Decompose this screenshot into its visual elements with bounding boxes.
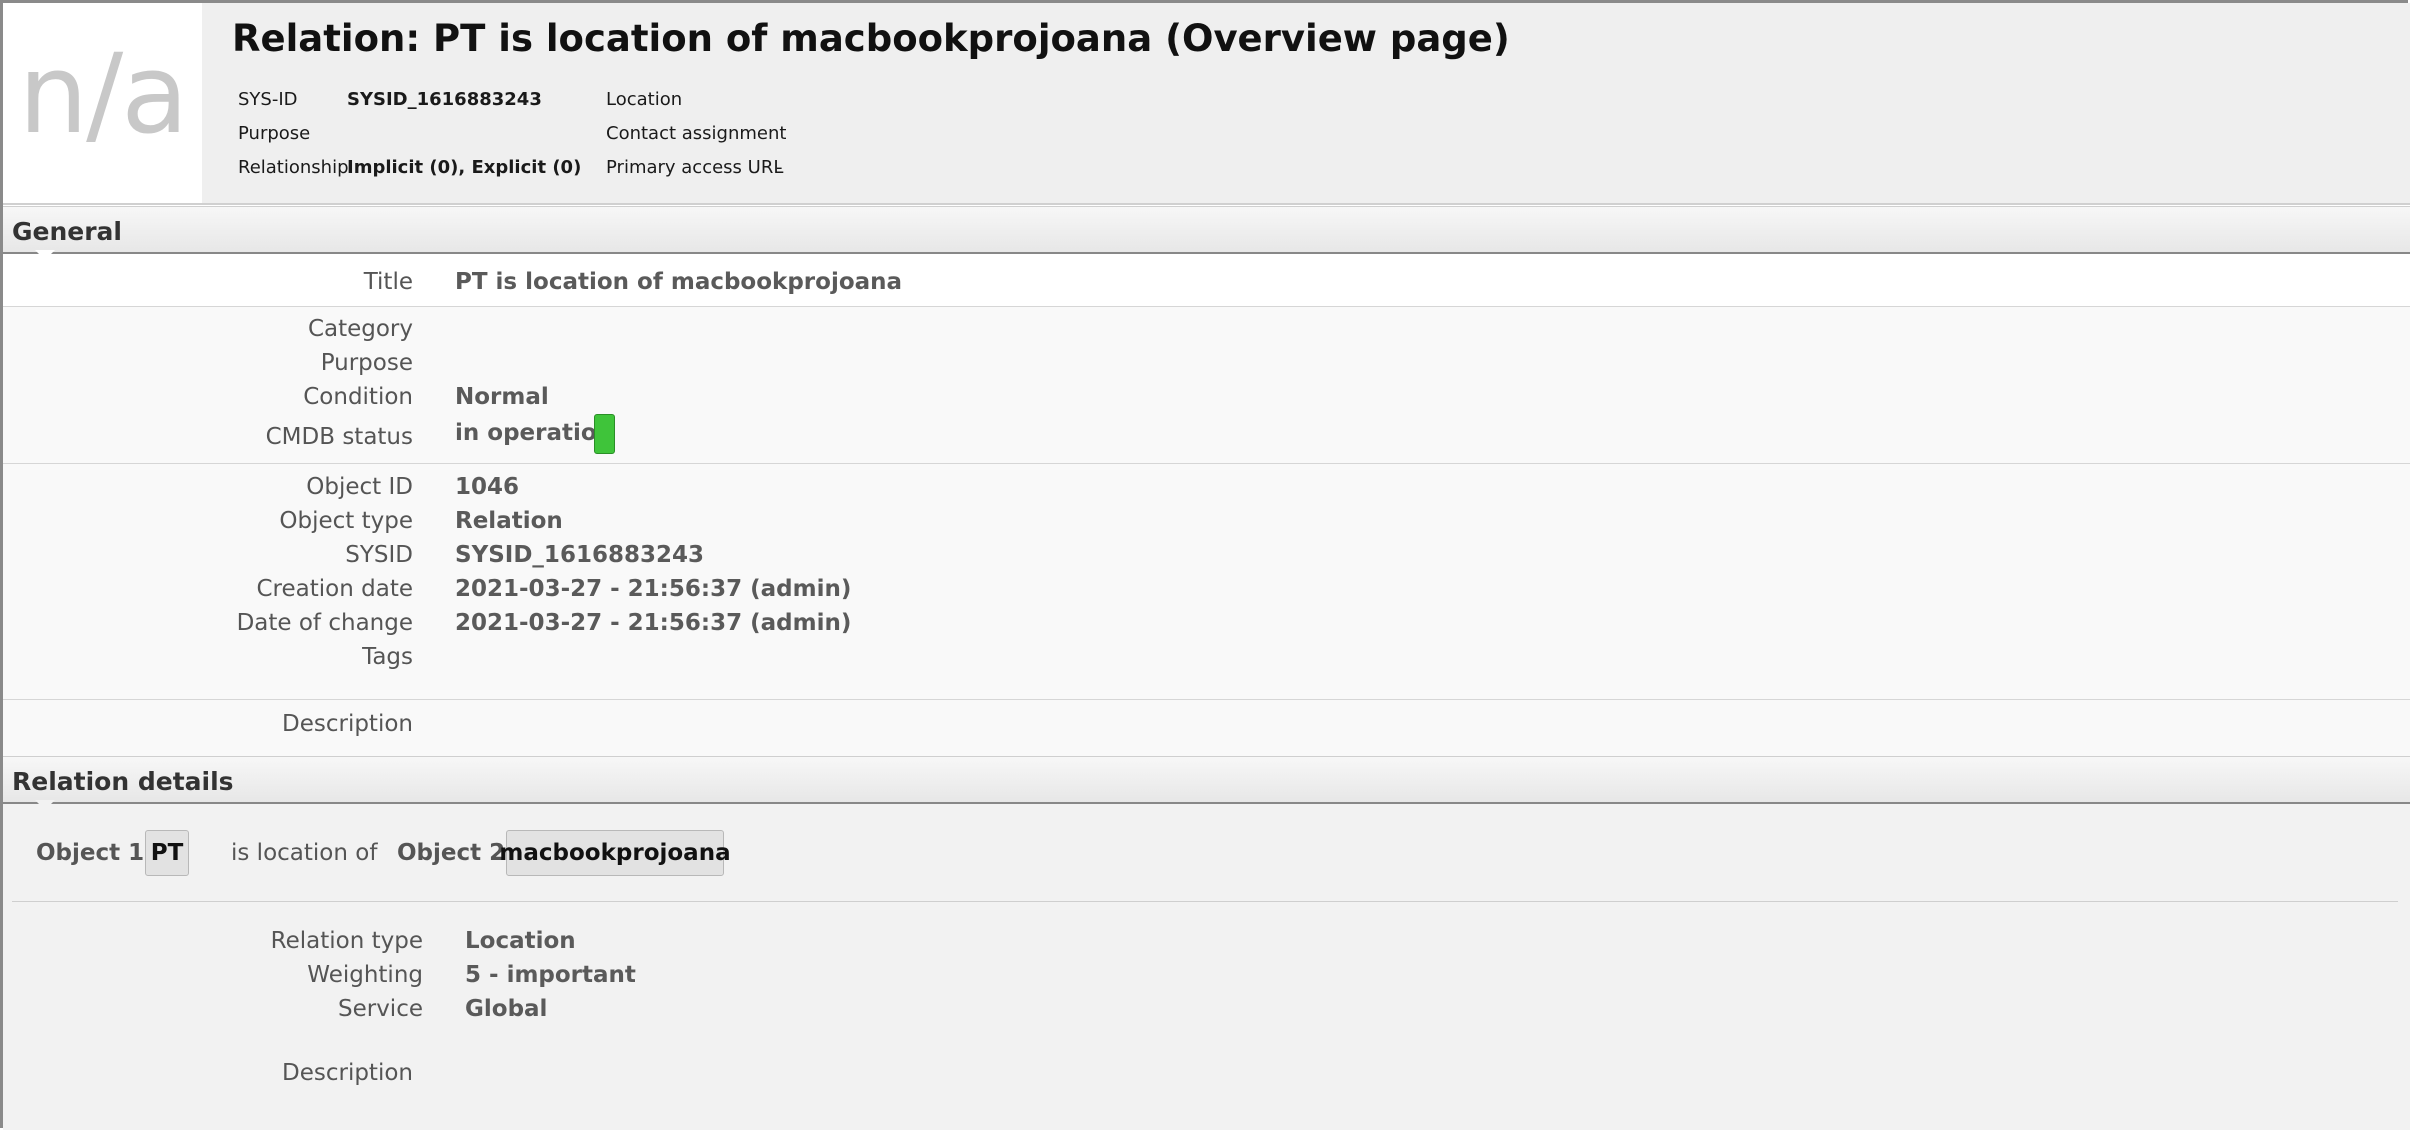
meta-relationship-label: Relationship	[238, 157, 349, 178]
classification-group: Category Purpose Condition Normal CMDB s…	[3, 307, 2410, 464]
condition-value: Normal	[455, 384, 549, 410]
sysid-label: SYSID	[345, 542, 413, 568]
object-type-label: Object type	[279, 508, 413, 534]
service-label: Service	[337, 996, 423, 1022]
meta-primary-access-url-value: -	[776, 157, 783, 178]
object2-button[interactable]: macbookprojoana	[499, 830, 731, 876]
meta-sysid-value: SYSID_1616883243	[347, 89, 542, 110]
meta-sysid-label: SYS-ID	[238, 89, 298, 110]
general-description-label: Description	[282, 711, 413, 737]
date-of-change-label: Date of change	[236, 610, 413, 636]
purpose-label: Purpose	[320, 350, 413, 376]
object-info-group: Object ID 1046 Object type Relation SYSI…	[3, 464, 2410, 700]
relation-type-value: Location	[465, 928, 576, 954]
object-image-placeholder: n/a	[3, 3, 202, 203]
sysid-value: SYSID_1616883243	[455, 542, 704, 568]
meta-location-label: Location	[606, 89, 683, 110]
relation-verb-text: is location of	[231, 840, 378, 866]
general-section-label: General	[12, 217, 122, 246]
relation-divider	[12, 901, 2398, 902]
no-image-text: n/a	[18, 30, 188, 158]
cmdb-status-color-indicator	[594, 414, 615, 454]
object-id-value: 1046	[455, 474, 520, 500]
object2-label: Object 2:	[397, 840, 515, 866]
cmdb-status-label: CMDB status	[265, 424, 413, 450]
meta-primary-access-url-label: Primary access URL	[606, 157, 784, 178]
relation-type-label: Relation type	[270, 928, 423, 954]
category-label: Category	[307, 316, 413, 342]
cmdb-status-value: in operation	[455, 420, 614, 446]
meta-relationship-value: Implicit (0), Explicit (0)	[347, 157, 582, 178]
page-title: Relation: PT is location of macbookprojo…	[232, 17, 1510, 60]
relation-details-section-label: Relation details	[12, 767, 234, 796]
creation-date-label: Creation date	[256, 576, 414, 602]
date-of-change-value: 2021-03-27 - 21:56:37 (admin)	[455, 610, 852, 636]
general-section-header[interactable]: General	[3, 206, 2410, 264]
tags-label: Tags	[362, 644, 413, 670]
creation-date-value: 2021-03-27 - 21:56:37 (admin)	[455, 576, 852, 602]
object-id-label: Object ID	[306, 474, 413, 500]
title-row: Title PT is location of macbookprojoana	[3, 254, 2410, 307]
object-type-value: Relation	[455, 508, 563, 534]
weighting-value: 5 - important	[465, 962, 636, 988]
meta-contact-assignment-label: Contact assignment	[606, 123, 787, 144]
relation-details-section-header[interactable]: Relation details	[3, 756, 2410, 814]
general-description-row: Description	[3, 700, 2410, 756]
title-label: Title	[363, 269, 413, 295]
weighting-label: Weighting	[307, 962, 423, 988]
relation-details-body: Object 1: PT is location of Object 2: ma…	[3, 804, 2410, 1130]
object1-button[interactable]: PT	[145, 830, 189, 876]
service-value: Global	[465, 996, 548, 1022]
object1-label: Object 1:	[36, 840, 154, 866]
relation-description-label: Description	[282, 1060, 413, 1086]
overview-header: n/a Relation: PT is location of macbookp…	[3, 3, 2410, 205]
condition-label: Condition	[303, 384, 413, 410]
title-value: PT is location of macbookprojoana	[455, 269, 903, 295]
meta-purpose-label: Purpose	[238, 123, 311, 144]
